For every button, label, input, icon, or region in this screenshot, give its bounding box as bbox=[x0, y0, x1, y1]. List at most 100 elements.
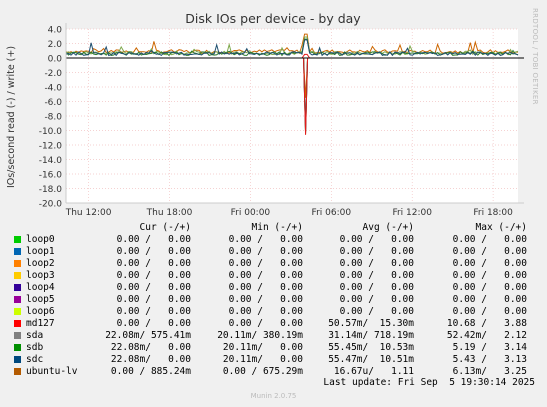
legend-name: loop4 bbox=[26, 282, 55, 293]
y-tick-label: -8.0 bbox=[44, 113, 62, 123]
legend-swatch bbox=[14, 284, 21, 291]
legend-row: loop0 0.00 / 0.00 0.00 / 0.00 0.00 / 0.00 0.… bbox=[0, 234, 547, 246]
legend-min: 0.00 / 0.00 bbox=[228, 270, 303, 281]
y-axis-label: IOs/second read (-) / write (+) bbox=[6, 46, 17, 188]
legend-header: Cur (-/+) Min (-/+) Avg (-/+) Max (-/+) bbox=[0, 222, 547, 234]
legend-avg: 16.67u/ 1.11 bbox=[333, 366, 414, 377]
legend-cur: 0.00 / 0.00 bbox=[116, 306, 191, 317]
y-tick-label: -2.0 bbox=[44, 69, 62, 79]
legend-avg: 0.00 / 0.00 bbox=[339, 234, 414, 245]
legend-avg: 55.45m/ 10.53m bbox=[328, 342, 414, 353]
legend-swatch bbox=[14, 296, 21, 303]
legend-min: 0.00 / 0.00 bbox=[228, 282, 303, 293]
legend-cur: 0.00 / 885.24m bbox=[110, 366, 191, 377]
legend-max: 0.00 / 0.00 bbox=[452, 306, 527, 317]
legend-max: 0.00 / 0.00 bbox=[452, 270, 527, 281]
legend-cur: 22.08m/ 0.00 bbox=[110, 342, 191, 353]
y-tick-label: -4.0 bbox=[44, 84, 62, 94]
y-tick-label: -18.0 bbox=[39, 185, 63, 195]
legend-avg: 0.00 / 0.00 bbox=[339, 246, 414, 257]
legend-min: 20.11m/ 0.00 bbox=[222, 354, 303, 365]
legend-avg: 31.14m/ 718.19m bbox=[328, 330, 414, 341]
legend-min: 0.00 / 0.00 bbox=[228, 306, 303, 317]
legend-min: 0.00 / 0.00 bbox=[228, 234, 303, 245]
legend-row: sdc 22.08m/ 0.00 20.11m/ 0.00 55.47m/ 10.51… bbox=[0, 354, 547, 366]
legend-name: loop6 bbox=[26, 306, 55, 317]
legend-swatch bbox=[14, 308, 21, 315]
legend-swatch bbox=[14, 272, 21, 279]
x-tick-label: Fri 12:00 bbox=[392, 208, 432, 218]
y-tick-label: -16.0 bbox=[39, 171, 63, 181]
legend-max: 10.68 / 3.88 bbox=[446, 318, 527, 329]
legend-avg: 0.00 / 0.00 bbox=[339, 306, 414, 317]
legend-row: loop6 0.00 / 0.00 0.00 / 0.00 0.00 / 0.00 0.… bbox=[0, 306, 547, 318]
legend-max: 0.00 / 0.00 bbox=[452, 294, 527, 305]
legend-min: 0.00 / 0.00 bbox=[228, 258, 303, 269]
legend-cur: 0.00 / 0.00 bbox=[116, 246, 191, 257]
y-tick-label: -12.0 bbox=[39, 142, 63, 152]
legend-avg: 50.57m/ 15.30m bbox=[328, 318, 414, 329]
y-tick-label: -6.0 bbox=[44, 98, 62, 108]
y-tick-label: -14.0 bbox=[39, 156, 63, 166]
x-tick-label: Thu 18:00 bbox=[146, 208, 193, 218]
y-tick-label: -10.0 bbox=[39, 127, 63, 137]
last-update: Last update: Fri Sep 5 19:30:14 2025 bbox=[323, 377, 535, 388]
legend-cur: 0.00 / 0.00 bbox=[116, 270, 191, 281]
legend-min: 20.11m/ 0.00 bbox=[222, 342, 303, 353]
legend-min: 20.11m/ 380.19m bbox=[217, 330, 303, 341]
y-tick-label: -20.0 bbox=[39, 200, 63, 210]
legend-avg: 0.00 / 0.00 bbox=[339, 282, 414, 293]
legend-name: sdb bbox=[26, 342, 44, 353]
legend-name: sdc bbox=[26, 354, 44, 365]
y-tick-label: 2.0 bbox=[48, 40, 63, 50]
legend-row: loop2 0.00 / 0.00 0.00 / 0.00 0.00 / 0.00 0.… bbox=[0, 258, 547, 270]
legend-max: 52.42m/ 2.12 bbox=[446, 330, 527, 341]
legend-row: loop4 0.00 / 0.00 0.00 / 0.00 0.00 / 0.00 0.… bbox=[0, 282, 547, 294]
legend-max: 6.13m/ 3.25 bbox=[452, 366, 527, 377]
legend-max: 0.00 / 0.00 bbox=[452, 258, 527, 269]
legend-avg: 55.47m/ 10.51m bbox=[328, 354, 414, 365]
legend-max: 5.19 / 3.14 bbox=[452, 342, 527, 353]
legend-name: loop5 bbox=[26, 294, 55, 305]
legend-cur: 0.00 / 0.00 bbox=[116, 258, 191, 269]
y-tick-label: 0.0 bbox=[48, 55, 63, 65]
y-tick-label: 4.0 bbox=[48, 26, 63, 36]
legend-swatch bbox=[14, 260, 21, 267]
legend-max: 0.00 / 0.00 bbox=[452, 234, 527, 245]
legend-header-cur: Cur (-/+) bbox=[139, 222, 191, 233]
legend-name: loop1 bbox=[26, 246, 55, 257]
legend-name: ubuntu-lv bbox=[26, 366, 78, 377]
legend-name: sda bbox=[26, 330, 44, 341]
legend-header-max: Max (-/+) bbox=[475, 222, 527, 233]
legend-swatch bbox=[14, 248, 21, 255]
legend-cur: 0.00 / 0.00 bbox=[116, 294, 191, 305]
legend-swatch bbox=[14, 236, 21, 243]
legend-row: md127 0.00 / 0.00 0.00 / 0.00 50.57m/ 15.30… bbox=[0, 318, 547, 330]
legend-row: sdb 22.08m/ 0.00 20.11m/ 0.00 55.45m/ 10.53… bbox=[0, 342, 547, 354]
x-tick-label: Fri 06:00 bbox=[312, 208, 352, 218]
legend-row: sda 22.08m/ 575.41m 20.11m/ 380.19m 31.14m/… bbox=[0, 330, 547, 342]
legend-name: loop3 bbox=[26, 270, 55, 281]
chart-area: Disk IOs per device - by day IOs/second … bbox=[0, 0, 547, 222]
legend-avg: 0.00 / 0.00 bbox=[339, 294, 414, 305]
legend-swatch bbox=[14, 368, 21, 375]
legend-avg: 0.00 / 0.00 bbox=[339, 270, 414, 281]
legend-row: loop1 0.00 / 0.00 0.00 / 0.00 0.00 / 0.00 0.… bbox=[0, 246, 547, 258]
legend-min: 0.00 / 0.00 bbox=[228, 294, 303, 305]
x-tick-label: Fri 00:00 bbox=[231, 208, 271, 218]
legend-cur: 22.08m/ 0.00 bbox=[110, 354, 191, 365]
legend-header-min: Min (-/+) bbox=[251, 222, 303, 233]
legend-cur: 0.00 / 0.00 bbox=[116, 234, 191, 245]
legend-name: loop0 bbox=[26, 234, 55, 245]
legend-max: 0.00 / 0.00 bbox=[452, 246, 527, 257]
legend-header-avg: Avg (-/+) bbox=[362, 222, 414, 233]
legend-max: 5.43 / 3.13 bbox=[452, 354, 527, 365]
legend-cur: 0.00 / 0.00 bbox=[116, 318, 191, 329]
legend-row: loop3 0.00 / 0.00 0.00 / 0.00 0.00 / 0.00 0.… bbox=[0, 270, 547, 282]
legend-swatch bbox=[14, 320, 21, 327]
x-tick-label: Fri 18:00 bbox=[473, 208, 513, 218]
x-tick-label: Thu 12:00 bbox=[65, 208, 112, 218]
legend-name: md127 bbox=[26, 318, 55, 329]
side-credit: RRDTOOL / TOBI OETIKER bbox=[531, 8, 539, 105]
version-footer: Munin 2.0.75 bbox=[250, 392, 297, 400]
